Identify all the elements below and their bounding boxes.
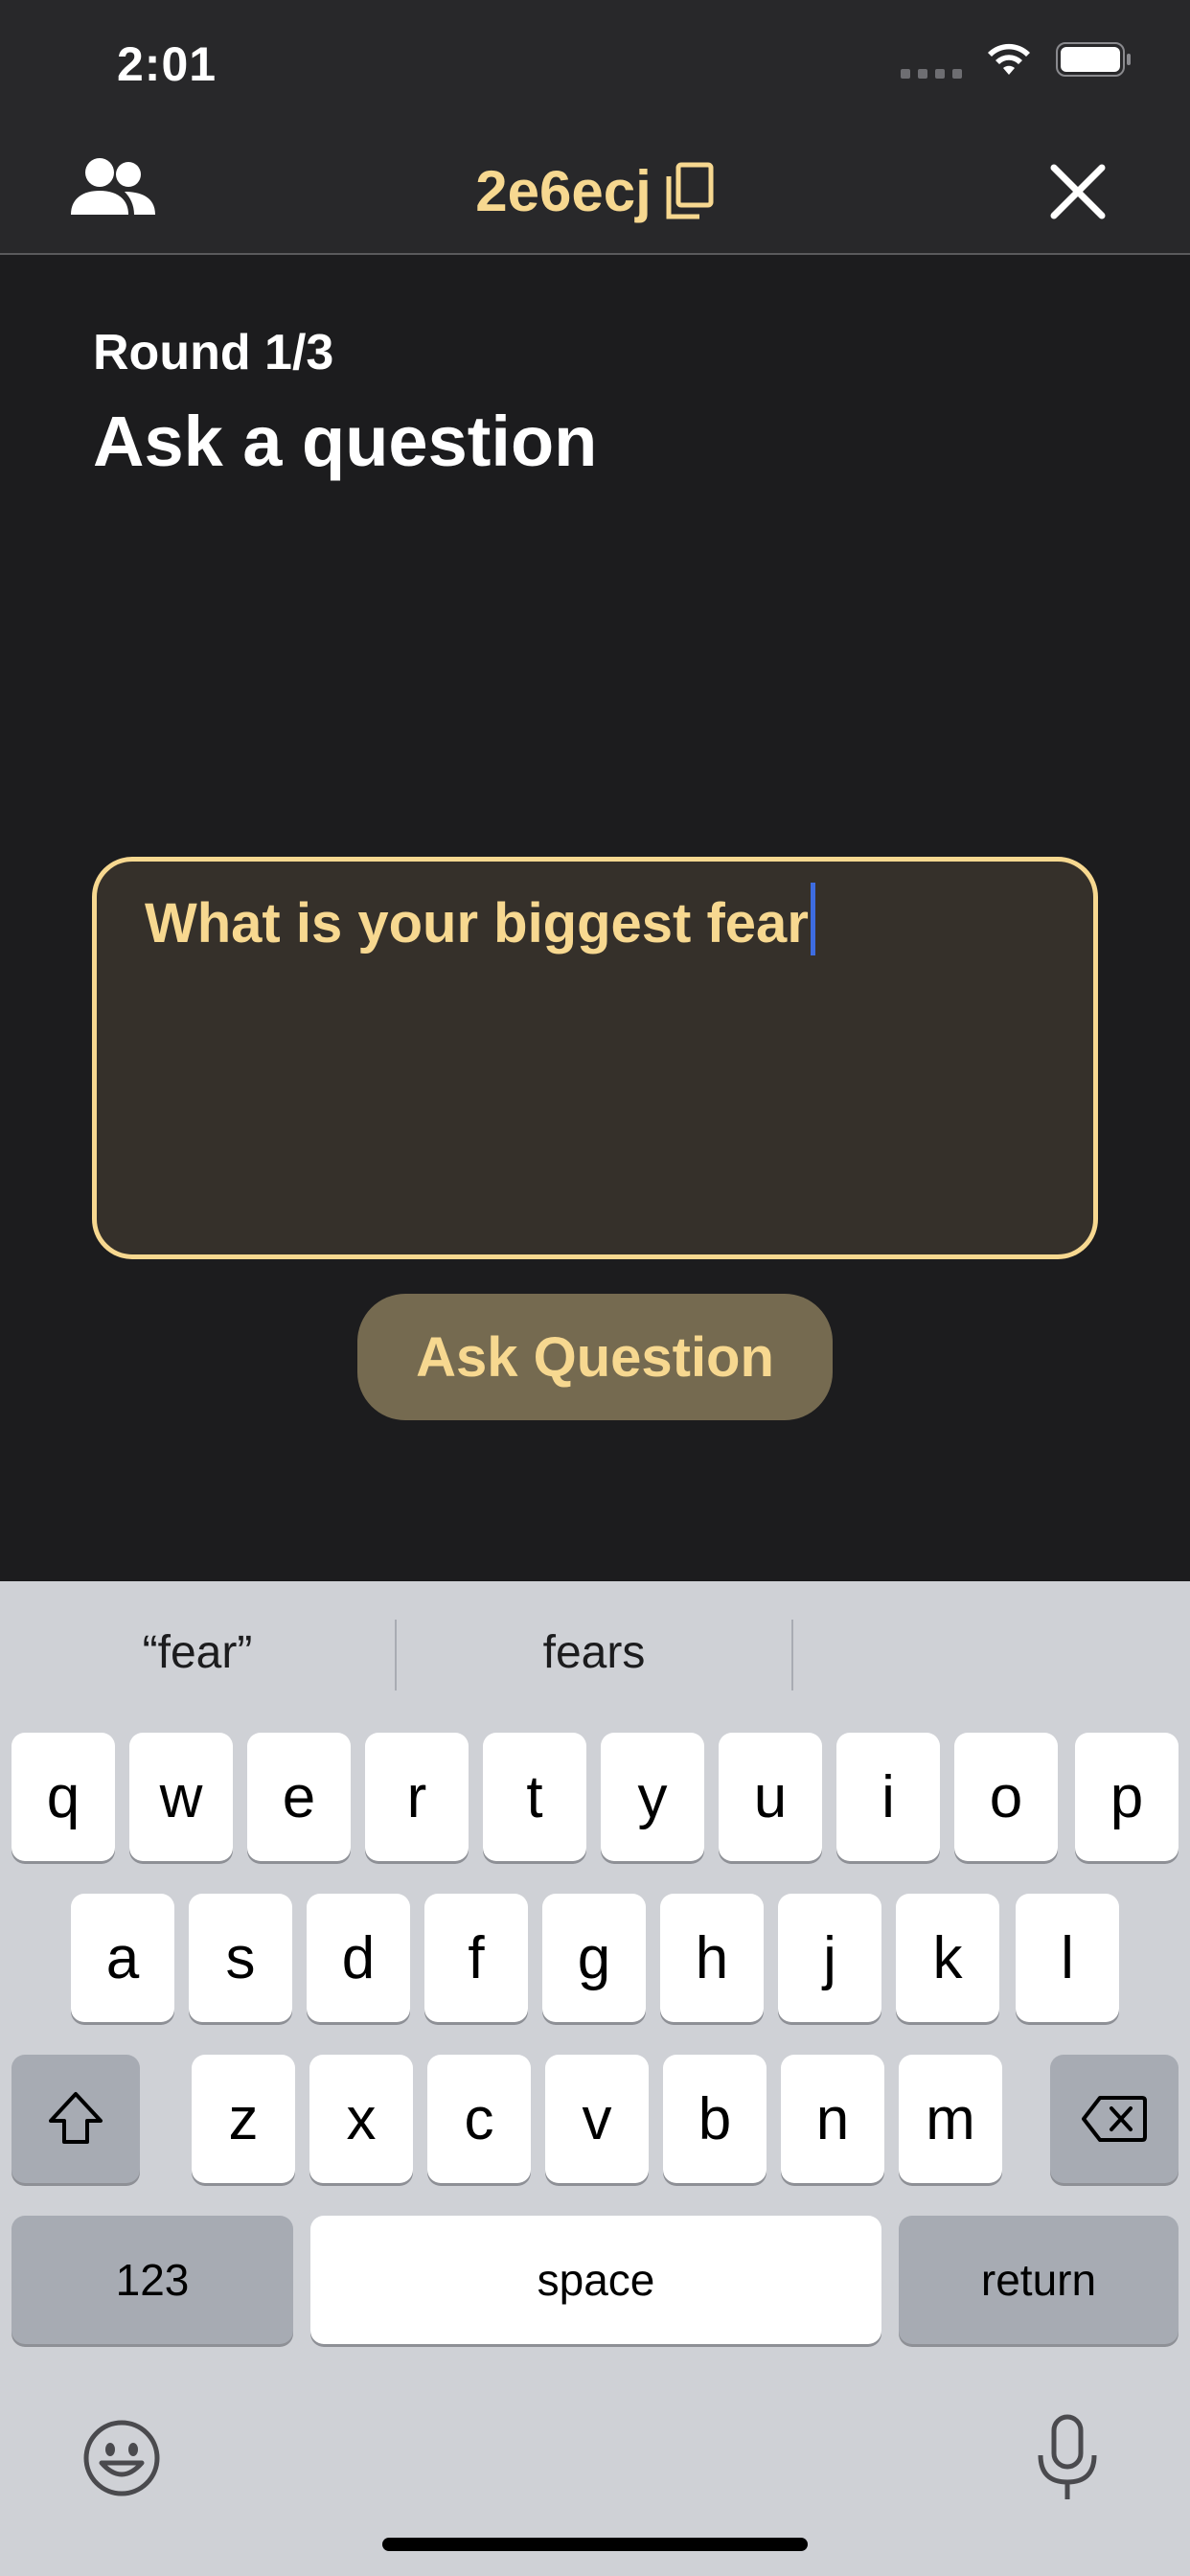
key-y[interactable]: y xyxy=(601,1733,704,1861)
key-s[interactable]: s xyxy=(189,1894,292,2022)
key-x[interactable]: x xyxy=(309,2055,413,2183)
prediction-item[interactable]: “fear” xyxy=(0,1620,395,1687)
key-a[interactable]: a xyxy=(71,1894,174,2022)
battery-icon xyxy=(1056,42,1131,77)
key-q[interactable]: q xyxy=(11,1733,115,1861)
prediction-item[interactable]: fears xyxy=(397,1620,791,1687)
key-p[interactable]: p xyxy=(1075,1733,1179,1861)
status-bar: 2:01 xyxy=(0,0,1190,144)
key-k[interactable]: k xyxy=(896,1894,999,2022)
ask-question-button[interactable]: Ask Question xyxy=(357,1294,833,1420)
key-c[interactable]: c xyxy=(427,2055,531,2183)
key-l[interactable]: l xyxy=(1016,1894,1119,2022)
status-icons xyxy=(901,40,1133,79)
key-j[interactable]: j xyxy=(778,1894,881,2022)
key-d[interactable]: d xyxy=(307,1894,410,2022)
key-n[interactable]: n xyxy=(781,2055,884,2183)
key-g[interactable]: g xyxy=(542,1894,646,2022)
copy-icon[interactable] xyxy=(663,161,715,222)
delete-key[interactable] xyxy=(1050,2055,1179,2183)
status-time: 2:01 xyxy=(117,37,217,91)
page-title: Ask a question xyxy=(93,402,598,481)
room-code-group: 2e6ecj xyxy=(0,158,1190,224)
room-code: 2e6ecj xyxy=(475,159,652,223)
key-e[interactable]: e xyxy=(247,1733,351,1861)
key-w[interactable]: w xyxy=(129,1733,233,1861)
keyboard: “fear” fears q w e r t y u i o p a s d f… xyxy=(0,1581,1190,2576)
microphone-icon[interactable] xyxy=(1033,2413,1102,2505)
key-r[interactable]: r xyxy=(365,1733,469,1861)
home-indicator xyxy=(382,2538,808,2551)
key-b[interactable]: b xyxy=(663,2055,767,2183)
space-key[interactable]: space xyxy=(310,2216,881,2344)
key-i[interactable]: i xyxy=(836,1733,940,1861)
key-t[interactable]: t xyxy=(483,1733,586,1861)
prediction-bar: “fear” fears xyxy=(0,1581,1190,1729)
cellular-signal-icon xyxy=(901,40,962,79)
delete-icon xyxy=(1082,2096,1147,2142)
emoji-icon[interactable] xyxy=(82,2419,161,2497)
key-m[interactable]: m xyxy=(899,2055,1002,2183)
key-o[interactable]: o xyxy=(954,1733,1058,1861)
numbers-key[interactable]: 123 xyxy=(11,2216,293,2344)
key-z[interactable]: z xyxy=(192,2055,295,2183)
shift-icon xyxy=(49,2092,103,2144)
question-input[interactable]: What is your biggest fear xyxy=(92,857,1098,1259)
key-h[interactable]: h xyxy=(660,1894,764,2022)
key-f[interactable]: f xyxy=(424,1894,528,2022)
key-v[interactable]: v xyxy=(545,2055,649,2183)
close-icon[interactable] xyxy=(1044,158,1111,225)
round-label: Round 1/3 xyxy=(93,325,334,380)
wifi-icon xyxy=(988,43,1030,75)
shift-key[interactable] xyxy=(11,2055,140,2183)
text-caret xyxy=(810,883,815,955)
return-key[interactable]: return xyxy=(899,2216,1179,2344)
prediction-item[interactable] xyxy=(793,1620,1190,1687)
question-input-text: What is your biggest fear xyxy=(145,892,809,954)
key-u[interactable]: u xyxy=(719,1733,822,1861)
